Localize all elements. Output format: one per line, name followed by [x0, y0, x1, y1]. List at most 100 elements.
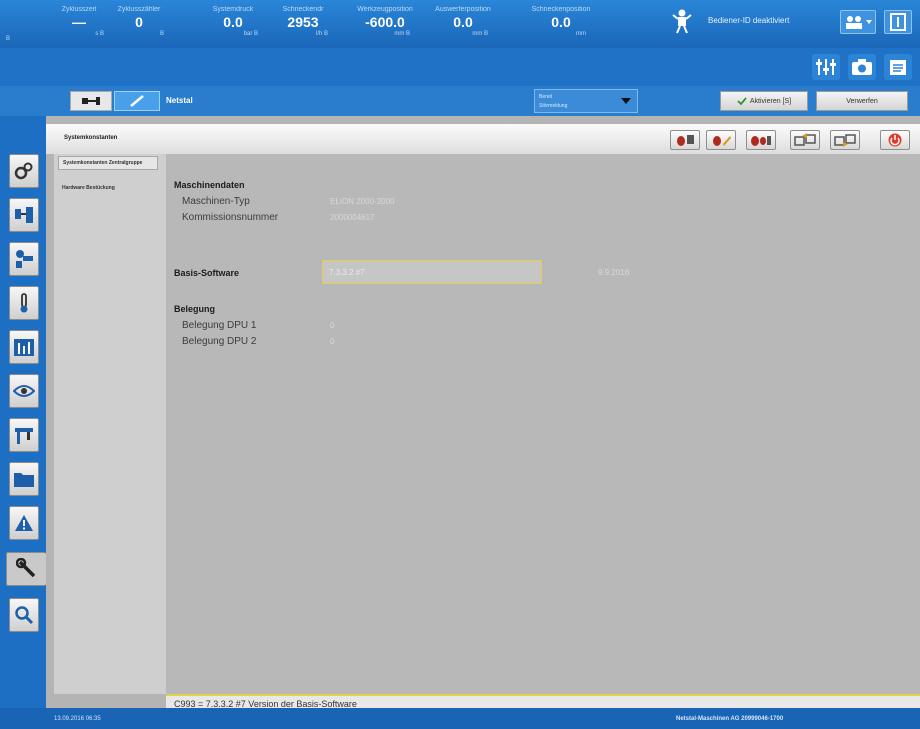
nav-alarms[interactable] [9, 506, 39, 540]
camera-icon [852, 59, 872, 75]
readout-label: Systemdruck [212, 6, 254, 13]
footer-company: Netstal-Maschinen AG 20999046-1700 [676, 716, 784, 722]
pencil-icon [130, 95, 144, 107]
nav-mold[interactable] [9, 198, 39, 232]
status-dropdown[interactable]: Bereit Störmeldung [534, 89, 638, 113]
readout-label: Auswerferposition [435, 6, 491, 13]
readout-value: 0.0 [453, 14, 473, 30]
nav-robot[interactable] [9, 418, 39, 452]
readout-screw-speed: Schneckendr 2953 l/h B [272, 6, 334, 37]
shutdown-button[interactable] [880, 130, 910, 150]
footer-datetime: 13.09.2016 06:35 [54, 716, 101, 722]
bar-chart-icon [14, 339, 34, 356]
main-navigation [0, 116, 46, 708]
readout-unit: mm B [472, 31, 488, 37]
belegung-heading: Belegung [174, 304, 216, 314]
subnav-item-central-group[interactable]: Systemkonstanten Zentralgruppe [58, 156, 158, 170]
main-panel: Systemkonstanten Systemkonstanten Zentra… [46, 116, 920, 712]
readout-unit: B [159, 31, 164, 37]
warning-icon [15, 515, 33, 531]
nav-monitoring[interactable] [9, 374, 39, 408]
activate-button[interactable]: Aktivieren [S] [720, 91, 808, 111]
gantry-icon [15, 428, 33, 444]
readout-cycle-counter: Zyklusszähler 0 B [108, 6, 170, 37]
sliders-icon [816, 59, 836, 75]
subnav-item-hardware[interactable]: Hardware Bestückung [58, 182, 158, 194]
transfer-up-button[interactable] [790, 130, 820, 150]
basis-software-label: Basis-Software [174, 268, 240, 278]
readout-value: 2953 [287, 14, 319, 30]
dpu2-value: 0 [330, 337, 335, 346]
eye-icon [13, 385, 35, 397]
chevron-down-icon [621, 98, 631, 104]
machine-type-label: Maschinen-Typ [182, 196, 250, 207]
toolbar-title: Netstal [166, 96, 193, 105]
machine-type-value: ELION 2000-2000 [330, 197, 395, 206]
discard-button[interactable]: Verwerfen [816, 91, 908, 111]
user-menu-button[interactable] [840, 10, 876, 34]
section-header [46, 124, 920, 154]
dpu2-label: Belegung DPU 2 [182, 336, 257, 347]
nav-service[interactable] [6, 552, 46, 586]
dpu1-value: 0 [330, 321, 335, 330]
quick-access-strip [0, 48, 920, 86]
readout-value: — [72, 14, 86, 30]
status-bar: B Zyklusszeit — s B Zyklusszähler 0 B Sy… [0, 0, 920, 48]
content-area: Maschinendaten Maschinen-Typ ELION 2000-… [166, 154, 920, 694]
readout-screw-position: Schneckenposition 0.0 mm [530, 6, 592, 37]
folder-icon [14, 473, 34, 487]
mixer-button[interactable] [812, 54, 840, 80]
injection-icon [16, 250, 33, 268]
transfer-back-icon [834, 134, 856, 147]
mode-edit-button[interactable] [114, 91, 160, 111]
commission-label: Kommissionsnummer [182, 212, 279, 223]
bug-edit-button[interactable] [706, 130, 736, 150]
notes-button[interactable] [884, 54, 912, 80]
readout-unit: mm B [394, 31, 410, 37]
search-icon [15, 606, 34, 625]
toolbar: Netstal Bereit Störmeldung Aktivieren [S… [0, 86, 920, 116]
readout-label: Werkzeugposition [357, 6, 413, 13]
nav-temperature[interactable] [9, 286, 39, 320]
bug-config-button[interactable] [670, 130, 700, 150]
readout-cycle-time: Zyklusszeit — s B [48, 6, 110, 37]
nav-overview[interactable] [9, 154, 39, 188]
status-line-2: Störmeldung [539, 103, 568, 109]
readout-label: Schneckendr [282, 6, 324, 13]
mode-auto-button[interactable] [70, 91, 112, 111]
section-title: Systemkonstanten [64, 135, 118, 141]
nav-process-chart[interactable] [9, 330, 39, 364]
readout-unit: s B [95, 31, 104, 37]
nav-files[interactable] [9, 462, 39, 496]
robot-icon [672, 9, 692, 34]
door-icon [890, 13, 906, 31]
readout-system-pressure: Systemdruck 0.0 bar B [202, 6, 264, 37]
sub-navigation: Systemkonstanten Zentralgruppe Hardware … [54, 154, 166, 694]
readout-value: 0.0 [551, 14, 571, 30]
machine-icon [82, 97, 100, 105]
wrench-icon [15, 558, 35, 578]
readout-value: 0 [135, 14, 143, 30]
nav-search[interactable] [9, 598, 39, 632]
activate-label: Aktivieren [S] [749, 97, 792, 105]
readout-value: -600.0 [365, 14, 405, 30]
power-icon [888, 133, 902, 147]
machine-data-heading: Maschinendaten [174, 180, 245, 190]
footer: 13.09.2016 06:35 Netstal-Maschinen AG 20… [0, 708, 920, 729]
basis-software-field[interactable]: 7.3.3.2 #7 [322, 260, 542, 284]
login-button[interactable] [884, 10, 912, 34]
nav-injection[interactable] [9, 242, 39, 276]
readout-unit: mm [576, 31, 586, 37]
status-line-1: Bereit [539, 94, 553, 100]
commission-value: 2000004617 [330, 213, 375, 222]
discard-label: Verwerfen [846, 97, 878, 105]
transfer-down-button[interactable] [830, 130, 860, 150]
operator-status: Bediener-ID deaktiviert [708, 16, 790, 25]
bug-log-button[interactable] [746, 130, 776, 150]
readout-unit: bar B [243, 31, 258, 37]
mode-toggle [70, 91, 160, 111]
dpu1-label: Belegung DPU 1 [182, 320, 257, 331]
bug-icon [677, 135, 694, 146]
camera-button[interactable] [848, 54, 876, 80]
left-mark: B [6, 36, 11, 42]
